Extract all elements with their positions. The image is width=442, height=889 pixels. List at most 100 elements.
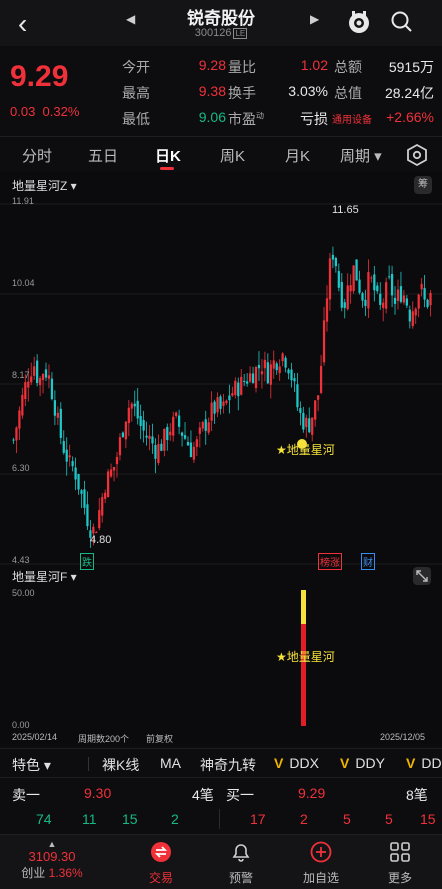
adjust-mode[interactable]: 前复权 — [146, 732, 173, 745]
drop-marker[interactable]: 跌 — [80, 553, 94, 570]
candle — [154, 445, 157, 459]
high-value: 9.38 — [198, 83, 226, 99]
candle — [331, 254, 335, 260]
search-icon[interactable] — [390, 10, 414, 34]
tab-daily-k[interactable]: 日K — [155, 145, 181, 166]
candle — [358, 279, 361, 293]
sell-queue-4: 2 — [171, 811, 179, 827]
candle — [145, 435, 148, 438]
candle — [423, 288, 426, 300]
candle — [376, 285, 379, 292]
candle — [27, 381, 30, 388]
top-header: ‹ ◀ 锐奇股份 300126 LE ▶ — [0, 0, 442, 46]
candle — [133, 403, 136, 407]
naked-k-button[interactable]: 裸K线 — [102, 755, 139, 775]
quote-panel: 9.29 0.03 0.32% 今开 9.28 量比 1.02 总额 5915万… — [0, 46, 442, 136]
candle — [370, 277, 373, 279]
settings-icon[interactable] — [405, 143, 429, 167]
tab-monthly-k[interactable]: 月K — [285, 145, 310, 166]
candle — [311, 417, 314, 435]
candle — [98, 510, 101, 529]
kline-chart — [0, 203, 442, 565]
nav-more[interactable]: 更多 — [360, 841, 440, 886]
candle — [364, 299, 367, 306]
last-price: 9.29 — [10, 60, 69, 93]
candle — [231, 393, 234, 396]
candle — [429, 292, 432, 306]
nav-add-watchlist[interactable]: 加自选 — [281, 841, 361, 886]
sell-queue-3: 15 — [122, 811, 138, 827]
chip-distribution-button[interactable]: 筹 — [414, 176, 432, 194]
active-tab-indicator — [160, 167, 174, 170]
tab-period-dropdown[interactable]: 周期 ▾ — [340, 145, 382, 166]
nav-trade[interactable]: 交易 — [121, 841, 201, 886]
main-indicator-selector[interactable]: 地量星河Z ▾ — [12, 177, 77, 194]
candle — [12, 439, 15, 441]
turnover-amount-value: 5915万 — [388, 59, 434, 75]
sell-one-price: 9.30 — [84, 785, 112, 801]
candle — [151, 436, 154, 444]
candle — [216, 397, 219, 413]
candle — [71, 461, 74, 467]
stock-title: 锐奇股份 — [187, 9, 255, 28]
ma-button[interactable]: MA — [160, 755, 181, 771]
candle — [305, 417, 308, 428]
candle — [33, 366, 36, 376]
candle — [302, 412, 305, 430]
candle — [107, 471, 110, 498]
kline-chart-area[interactable]: 地量星河Z ▾ 筹 11.91 10.04 8.17 6.30 4.43 11.… — [0, 172, 442, 746]
robot-assistant-icon[interactable] — [346, 9, 372, 35]
market-cap-value: 28.24亿 — [384, 85, 434, 101]
divider — [88, 757, 89, 771]
candle — [317, 395, 320, 400]
candle — [373, 274, 376, 291]
candle — [130, 403, 133, 409]
dd-button[interactable]: V DD — [406, 755, 442, 771]
candle — [65, 449, 68, 462]
signal-label: ★地量星河 — [276, 443, 335, 457]
candle — [219, 396, 222, 409]
candle — [308, 418, 311, 433]
candle — [228, 395, 231, 401]
sector-link[interactable]: 通用设备 — [332, 111, 372, 126]
candle — [319, 365, 323, 393]
buy-queue-4: 5 — [385, 811, 393, 827]
index-ticker[interactable]: ▲ 3109.30 创业 1.36% — [8, 839, 96, 881]
magic-nine-button[interactable]: 神奇九转 — [200, 755, 256, 775]
turnover-amount-label: 总额 — [334, 59, 362, 75]
nav-alert[interactable]: 预警 — [201, 841, 281, 886]
candle — [299, 408, 302, 413]
candle — [41, 373, 45, 380]
order-book: 卖一 9.30 4笔 买一 9.29 8笔 74 11 15 2 17 2 5 … — [0, 779, 442, 833]
ddx-button[interactable]: V DDX — [274, 755, 319, 771]
candle — [198, 427, 201, 434]
next-stock-icon[interactable]: ▶ — [310, 12, 319, 26]
index-value: 3109.30 — [28, 849, 76, 864]
candle — [281, 353, 284, 362]
candle — [201, 422, 204, 429]
candle — [426, 299, 429, 307]
candle — [290, 369, 293, 381]
candle — [36, 360, 39, 384]
ranking-marker[interactable]: 榜涨 — [318, 553, 342, 570]
candle — [157, 444, 160, 463]
feature-selector[interactable]: 特色 ▾ — [12, 755, 51, 775]
tab-intraday[interactable]: 分时 — [22, 145, 52, 166]
y-tick-3: 8.17 — [12, 370, 30, 380]
low-label: 最低 — [122, 111, 150, 127]
candle — [210, 402, 213, 421]
open-label: 今开 — [122, 59, 150, 75]
turnover-rate-value: 3.03% — [288, 83, 328, 99]
candle — [163, 428, 166, 451]
candle — [53, 400, 57, 416]
tab-five-day[interactable]: 五日 — [88, 145, 118, 166]
ddy-button[interactable]: V DDY — [340, 755, 385, 771]
candle — [246, 381, 249, 384]
sub-indicator-selector[interactable]: 地量星河F ▾ — [12, 568, 77, 585]
candle — [257, 364, 261, 369]
tab-weekly-k[interactable]: 周K — [220, 145, 245, 166]
finance-marker[interactable]: 财 — [361, 553, 375, 570]
candle — [340, 282, 343, 308]
candle — [382, 302, 385, 308]
expand-icon[interactable] — [412, 566, 432, 586]
